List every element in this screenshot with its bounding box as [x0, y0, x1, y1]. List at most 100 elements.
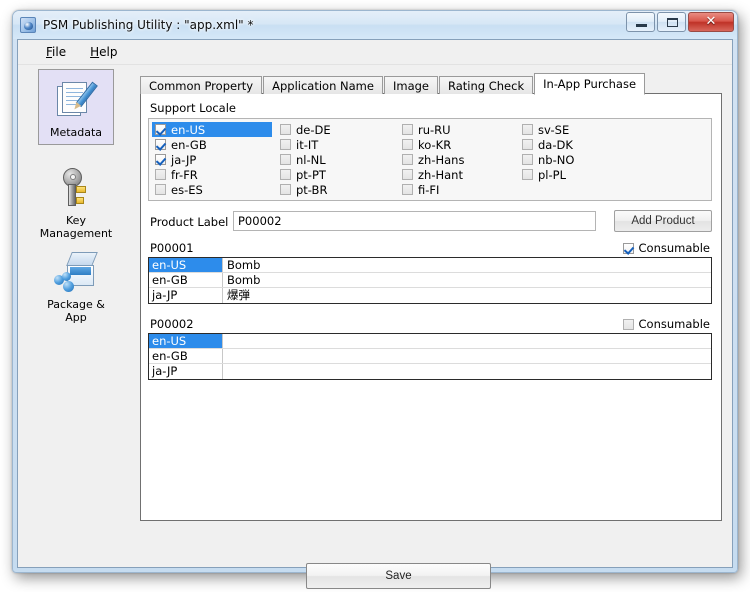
sidebar-item-metadata[interactable]: Metadata — [38, 69, 114, 145]
menu-file[interactable]: File — [34, 42, 78, 62]
table-row[interactable]: ja-JP 爆弾 — [149, 288, 711, 303]
locale-item-fi-FI[interactable]: fi-FI — [399, 182, 519, 197]
locale-item-zh-Hant[interactable]: zh-Hant — [399, 167, 519, 182]
grid-locale-p00001-ja-JP[interactable]: ja-JP — [149, 288, 223, 303]
locale-item-fr-FR[interactable]: fr-FR — [152, 167, 272, 182]
product-label-input[interactable] — [233, 211, 596, 231]
checkbox-sv-SE[interactable] — [522, 124, 533, 135]
grid-name-p00001-en-US[interactable]: Bomb — [223, 258, 711, 272]
locale-label-pt-PT: pt-PT — [296, 167, 326, 182]
locale-item-pt-PT[interactable]: pt-PT — [277, 167, 397, 182]
checkbox-es-ES[interactable] — [155, 184, 166, 195]
checkbox-en-GB[interactable] — [155, 139, 166, 150]
grid-locale-p00002-en-GB[interactable]: en-GB — [149, 349, 223, 363]
checkbox-pt-PT[interactable] — [280, 169, 291, 180]
locale-label-en-US: en-US — [171, 122, 206, 137]
save-button[interactable]: Save — [306, 563, 491, 589]
checkbox-consumable-p00001[interactable] — [622, 242, 634, 254]
locale-item-da-DK[interactable]: da-DK — [519, 137, 639, 152]
locale-item-nb-NO[interactable]: nb-NO — [519, 152, 639, 167]
checkbox-zh-Hans[interactable] — [402, 154, 413, 165]
grid-name-p00002-en-US[interactable] — [223, 334, 711, 348]
checkbox-pt-BR[interactable] — [280, 184, 291, 195]
window-controls: ✕ — [626, 12, 734, 32]
grid-locale-p00002-ja-JP[interactable]: ja-JP — [149, 364, 223, 379]
table-row[interactable]: en-US — [149, 334, 711, 349]
checkbox-fi-FI[interactable] — [402, 184, 413, 195]
locale-name-grid-p00002[interactable]: en-US en-GB ja-JP — [148, 333, 712, 380]
checkbox-pl-PL[interactable] — [522, 169, 533, 180]
checkbox-it-IT[interactable] — [280, 139, 291, 150]
consumable-toggle-p00002[interactable]: Consumable — [622, 317, 710, 331]
checkbox-ja-JP[interactable] — [155, 154, 166, 165]
grid-locale-p00002-en-US[interactable]: en-US — [149, 334, 223, 348]
product-header-p00001: P00001 Consumable — [148, 240, 712, 257]
checkbox-en-US[interactable] — [155, 124, 166, 135]
locale-item-ko-KR[interactable]: ko-KR — [399, 137, 519, 152]
product-label-caption: Product Label — [150, 215, 229, 229]
locale-label-de-DE: de-DE — [296, 122, 331, 137]
locale-item-it-IT[interactable]: it-IT — [277, 137, 397, 152]
table-row[interactable]: en-GB — [149, 349, 711, 364]
table-row[interactable]: en-US Bomb — [149, 258, 711, 273]
tab-common-property[interactable]: Common Property — [140, 76, 263, 94]
consumable-label-p00002: Consumable — [638, 317, 710, 331]
grid-locale-p00001-en-US[interactable]: en-US — [149, 258, 223, 272]
locale-label-fr-FR: fr-FR — [171, 167, 198, 182]
product-id-p00001: P00001 — [150, 241, 194, 255]
checkbox-nb-NO[interactable] — [522, 154, 533, 165]
checkbox-nl-NL[interactable] — [280, 154, 291, 165]
locale-item-en-GB[interactable]: en-GB — [152, 137, 272, 152]
locale-label-ja-JP: ja-JP — [171, 152, 197, 167]
tab-rating-check[interactable]: Rating Check — [439, 76, 534, 94]
locale-item-ru-RU[interactable]: ru-RU — [399, 122, 519, 137]
locale-item-nl-NL[interactable]: nl-NL — [277, 152, 397, 167]
locale-item-es-ES[interactable]: es-ES — [152, 182, 272, 197]
app-icon — [20, 17, 36, 33]
checkbox-consumable-p00002[interactable] — [622, 318, 634, 330]
sidebar-item-package-app[interactable]: Package & App — [38, 242, 114, 329]
grid-locale-p00001-en-GB[interactable]: en-GB — [149, 273, 223, 287]
minimize-button[interactable] — [626, 12, 655, 32]
tab-image[interactable]: Image — [383, 76, 438, 94]
locale-label-pt-BR: pt-BR — [296, 182, 328, 197]
checkbox-zh-Hant[interactable] — [402, 169, 413, 180]
add-product-button[interactable]: Add Product — [614, 210, 712, 232]
checkbox-de-DE[interactable] — [280, 124, 291, 135]
locale-item-pt-BR[interactable]: pt-BR — [277, 182, 397, 197]
checkbox-da-DK[interactable] — [522, 139, 533, 150]
consumable-label-p00001: Consumable — [638, 241, 710, 255]
locale-label-zh-Hans: zh-Hans — [418, 152, 465, 167]
locale-item-de-DE[interactable]: de-DE — [277, 122, 397, 137]
grid-name-p00002-en-GB[interactable] — [223, 349, 711, 363]
locale-item-sv-SE[interactable]: sv-SE — [519, 122, 639, 137]
sidebar-item-key-management[interactable]: Key Management — [38, 158, 114, 245]
key-icon — [49, 164, 103, 212]
tab-strip: Common Property Application Name Image R… — [140, 73, 646, 95]
locale-item-zh-Hans[interactable]: zh-Hans — [399, 152, 519, 167]
tab-in-app-purchase[interactable]: In-App Purchase — [534, 73, 646, 95]
checkbox-fr-FR[interactable] — [155, 169, 166, 180]
content-area: Metadata Key Management Package & App Co… — [18, 65, 732, 589]
grid-name-p00002-ja-JP[interactable] — [223, 364, 711, 379]
menu-help[interactable]: Help — [78, 42, 129, 62]
table-row[interactable]: en-GB Bomb — [149, 273, 711, 288]
tab-application-name[interactable]: Application Name — [263, 76, 383, 94]
locale-label-es-ES: es-ES — [171, 182, 203, 197]
locale-item-ja-JP[interactable]: ja-JP — [152, 152, 272, 167]
checkbox-ru-RU[interactable] — [402, 124, 413, 135]
grid-name-p00001-en-GB[interactable]: Bomb — [223, 273, 711, 287]
close-button[interactable]: ✕ — [688, 12, 734, 32]
consumable-toggle-p00001[interactable]: Consumable — [622, 241, 710, 255]
support-locale-label: Support Locale — [150, 101, 236, 115]
locale-item-pl-PL[interactable]: pl-PL — [519, 167, 639, 182]
close-icon: ✕ — [705, 14, 717, 29]
tab-panel-in-app-purchase: Support Locale en-US en-GB ja-JP fr-FR e… — [140, 93, 722, 521]
checkbox-ko-KR[interactable] — [402, 139, 413, 150]
grid-name-p00001-ja-JP[interactable]: 爆弾 — [223, 288, 711, 303]
table-row[interactable]: ja-JP — [149, 364, 711, 379]
locale-column-1: en-US en-GB ja-JP fr-FR es-ES — [152, 122, 272, 197]
locale-name-grid-p00001[interactable]: en-US Bomb en-GB Bomb ja-JP 爆弾 — [148, 257, 712, 304]
locale-item-en-US[interactable]: en-US — [152, 122, 272, 137]
maximize-button[interactable] — [657, 12, 686, 32]
